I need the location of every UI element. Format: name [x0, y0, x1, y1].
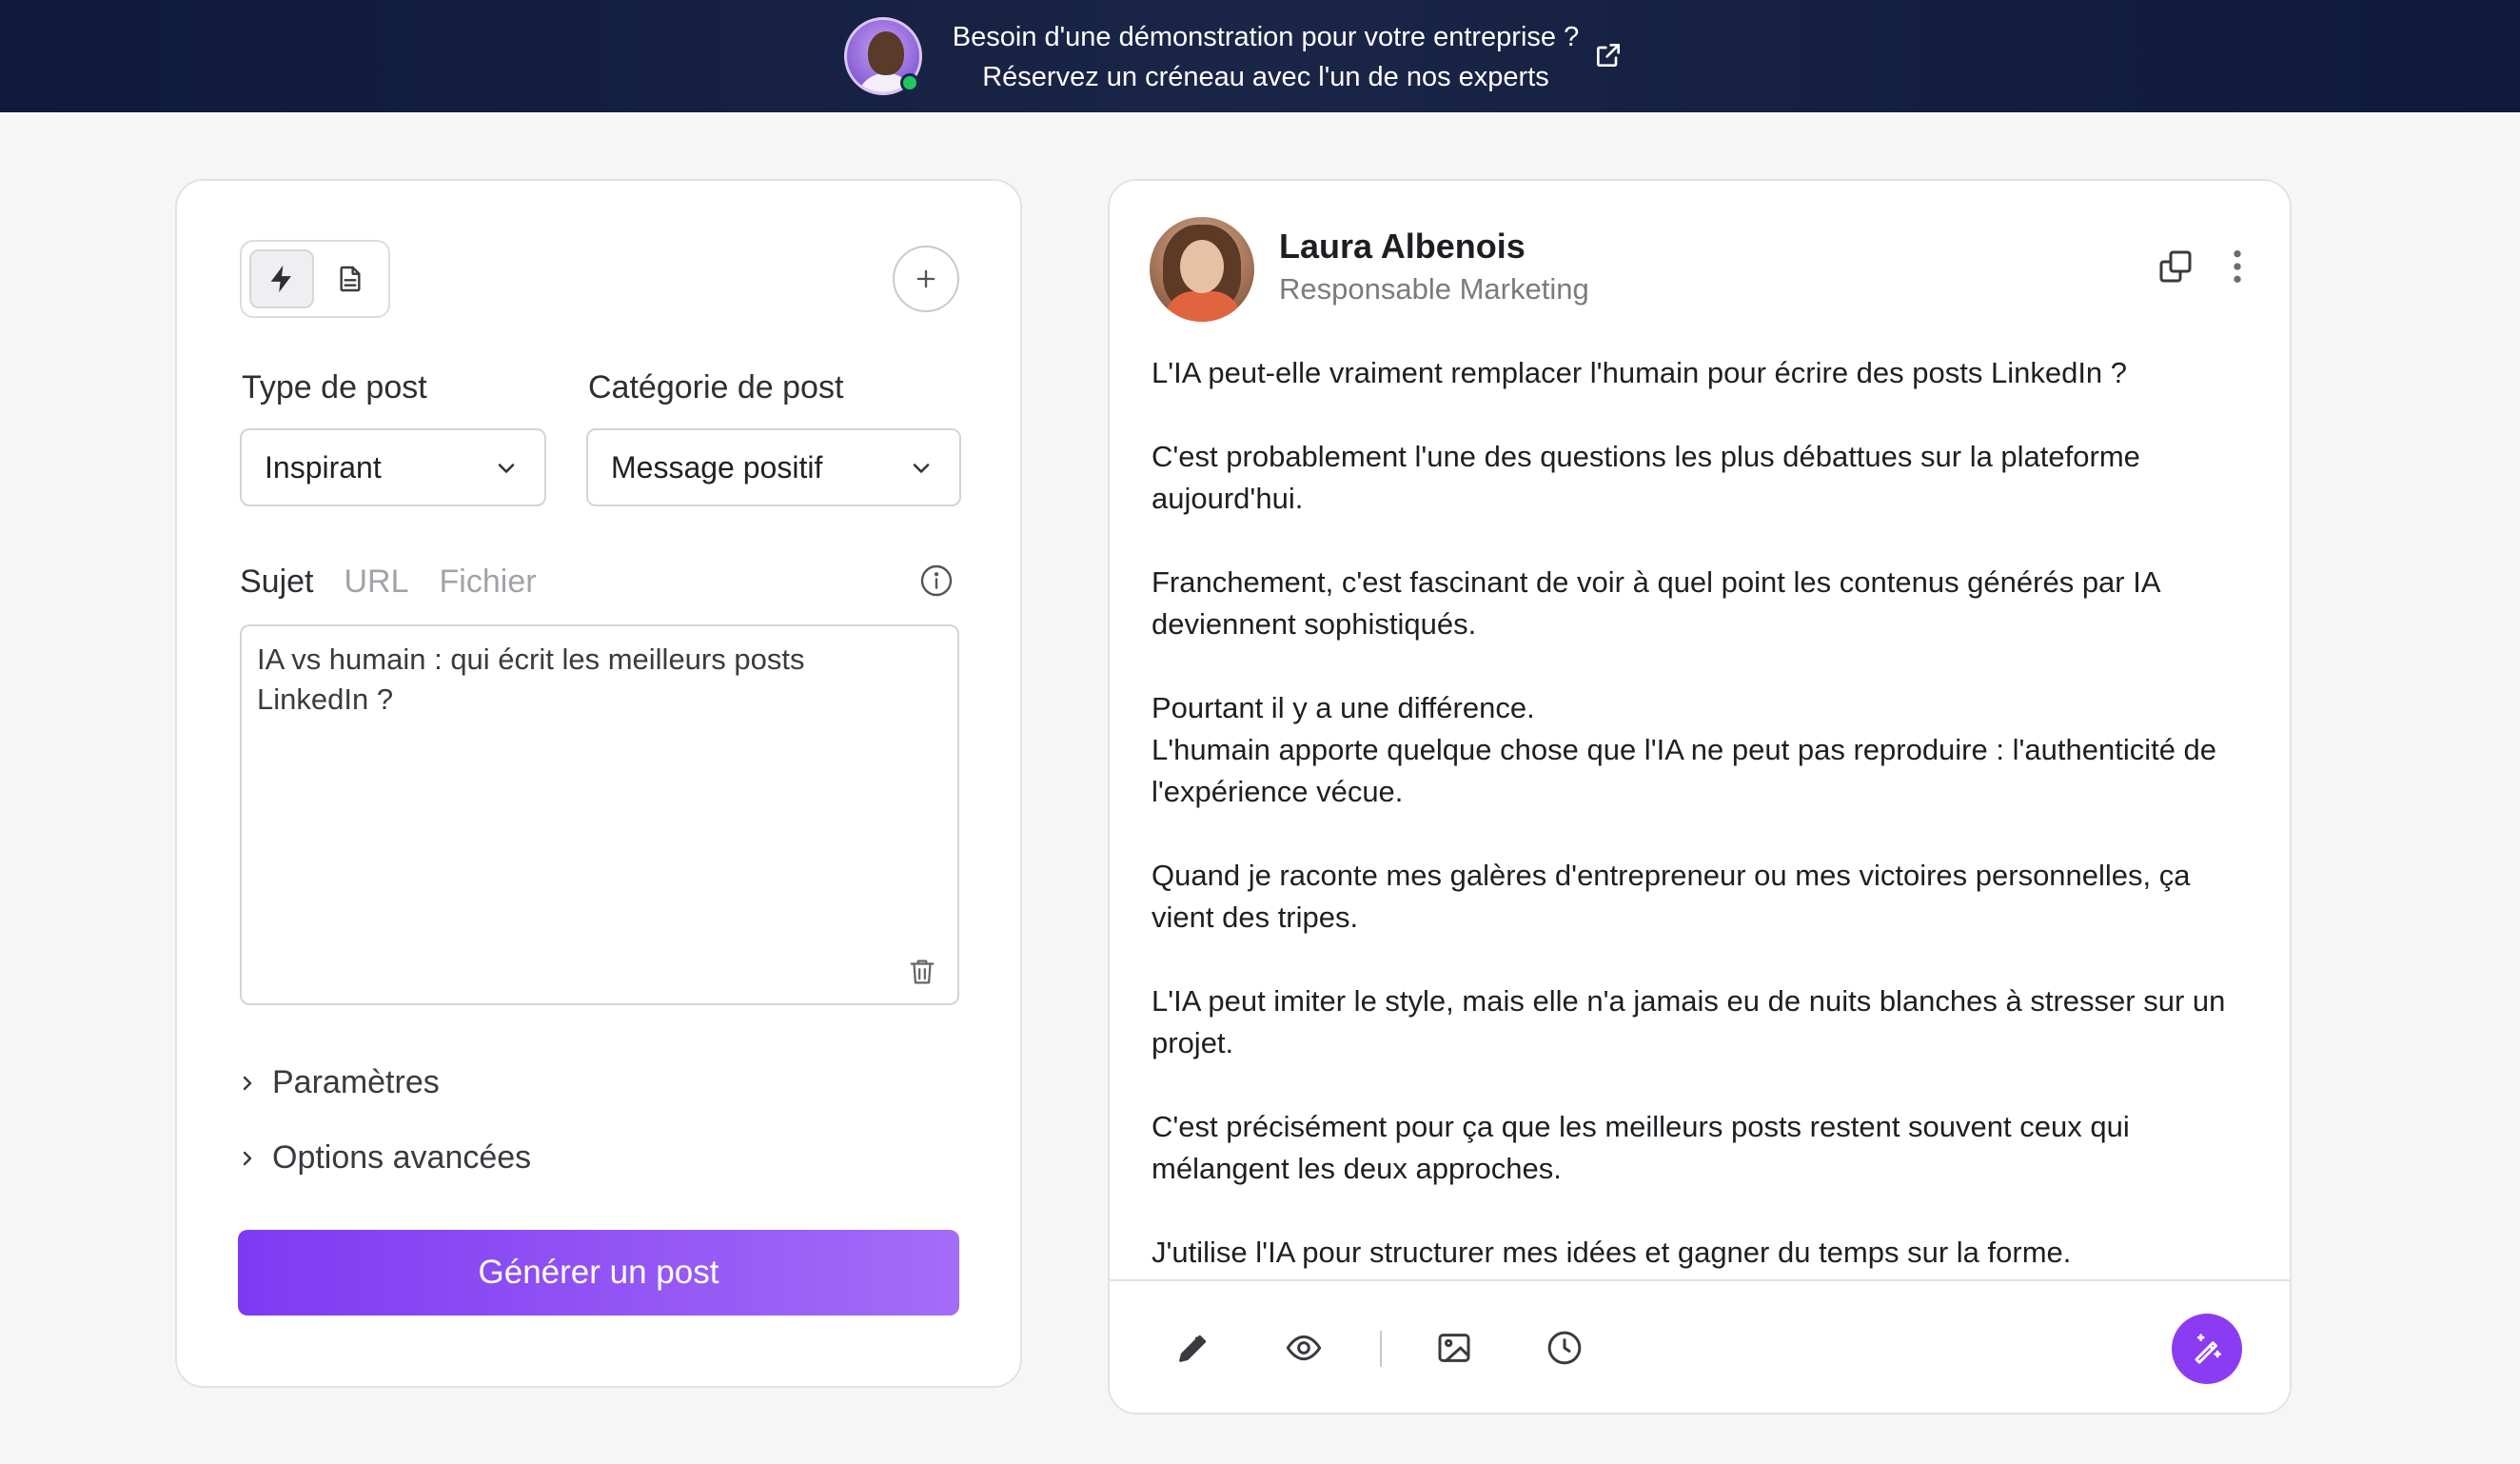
post-type-select[interactable]: Inspirant [240, 428, 546, 506]
post-paragraph: Quand je raconte mes galères d'entrepren… [1152, 859, 2191, 934]
lightning-icon [270, 265, 291, 293]
online-status-dot [900, 73, 919, 92]
post-paragraph: C'est précisément pour ça que les meille… [1152, 1110, 2130, 1185]
lightning-mode-button[interactable] [249, 249, 314, 308]
post-paragraph: C'est probablement l'une des questions l… [1152, 440, 2140, 515]
trash-icon[interactable] [906, 956, 938, 988]
post-paragraph: L'IA peut imiter le style, mais elle n'a… [1152, 984, 2226, 1059]
eye-icon[interactable] [1285, 1329, 1323, 1367]
more-vertical-icon[interactable] [2231, 247, 2244, 286]
parametres-toggle[interactable]: Paramètres [236, 1064, 440, 1101]
post-content[interactable]: L'IA peut-elle vraiment remplacer l'huma… [1152, 352, 2255, 1413]
tab-fichier[interactable]: Fichier [440, 564, 537, 601]
banner-text[interactable]: Besoin d'une démonstration pour votre en… [942, 17, 1589, 97]
toolbar-divider [1380, 1331, 1382, 1367]
subject-textarea[interactable]: IA vs humain : qui écrit les meilleurs p… [240, 624, 959, 1005]
image-icon[interactable] [1435, 1329, 1473, 1367]
post-preview-panel: Laura Albenois Responsable Marketing L'I… [1108, 179, 2292, 1415]
subject-text: IA vs humain : qui écrit les meilleurs p… [257, 643, 805, 716]
post-paragraph: L'IA peut-elle vraiment remplacer l'huma… [1152, 356, 2128, 389]
author-avatar [1150, 217, 1254, 322]
banner-line-1: Besoin d'une démonstration pour votre en… [952, 22, 1580, 52]
add-button[interactable] [893, 246, 959, 312]
tab-sujet[interactable]: Sujet [240, 564, 314, 601]
post-paragraph: J'utilise l'IA pour structurer mes idées… [1152, 1236, 2072, 1269]
source-tabs: Sujet URL Fichier [240, 564, 537, 601]
post-type-label: Type de post [242, 369, 427, 406]
chevron-right-icon [243, 1151, 252, 1165]
post-generator-panel: Type de post Inspirant Catégorie de post… [175, 179, 1022, 1388]
plus-icon [916, 269, 935, 288]
document-icon [340, 266, 361, 292]
chevron-right-icon [243, 1076, 252, 1090]
post-category-label: Catégorie de post [588, 369, 844, 406]
post-type-value: Inspirant [265, 449, 382, 485]
external-link-icon[interactable] [1593, 40, 1624, 70]
demo-banner[interactable]: Besoin d'une démonstration pour votre en… [0, 0, 2520, 112]
ai-rewrite-button[interactable] [2172, 1314, 2242, 1384]
options-avancees-toggle[interactable]: Options avancées [236, 1139, 531, 1177]
post-paragraph: Franchement, c'est fascinant de voir à q… [1152, 565, 2159, 641]
generate-post-button[interactable]: Générer un post [238, 1230, 959, 1316]
document-mode-button[interactable] [318, 249, 383, 308]
pencil-icon[interactable] [1174, 1329, 1212, 1367]
chevron-down-icon [498, 464, 515, 473]
author-role: Responsable Marketing [1279, 272, 1589, 306]
post-toolbar [1110, 1279, 2290, 1413]
clock-icon[interactable] [1545, 1329, 1584, 1367]
post-paragraph: Pourtant il y a une différence. [1152, 691, 1535, 724]
chevron-down-icon [913, 464, 930, 473]
info-icon[interactable] [919, 564, 954, 598]
options-avancees-label: Options avancées [272, 1139, 532, 1176]
parametres-label: Paramètres [272, 1064, 440, 1100]
mode-switch [240, 240, 390, 318]
post-category-select[interactable]: Message positif [586, 428, 961, 506]
magic-wand-icon [2195, 1334, 2221, 1364]
author-name: Laura Albenois [1279, 227, 1526, 266]
post-category-value: Message positif [611, 449, 823, 485]
post-paragraph: L'humain apporte quelque chose que l'IA … [1152, 733, 2217, 808]
copy-icon[interactable] [2156, 247, 2195, 286]
banner-line-2: Réservez un créneau avec l'un de nos exp… [982, 62, 1549, 92]
tab-url[interactable]: URL [345, 564, 409, 601]
